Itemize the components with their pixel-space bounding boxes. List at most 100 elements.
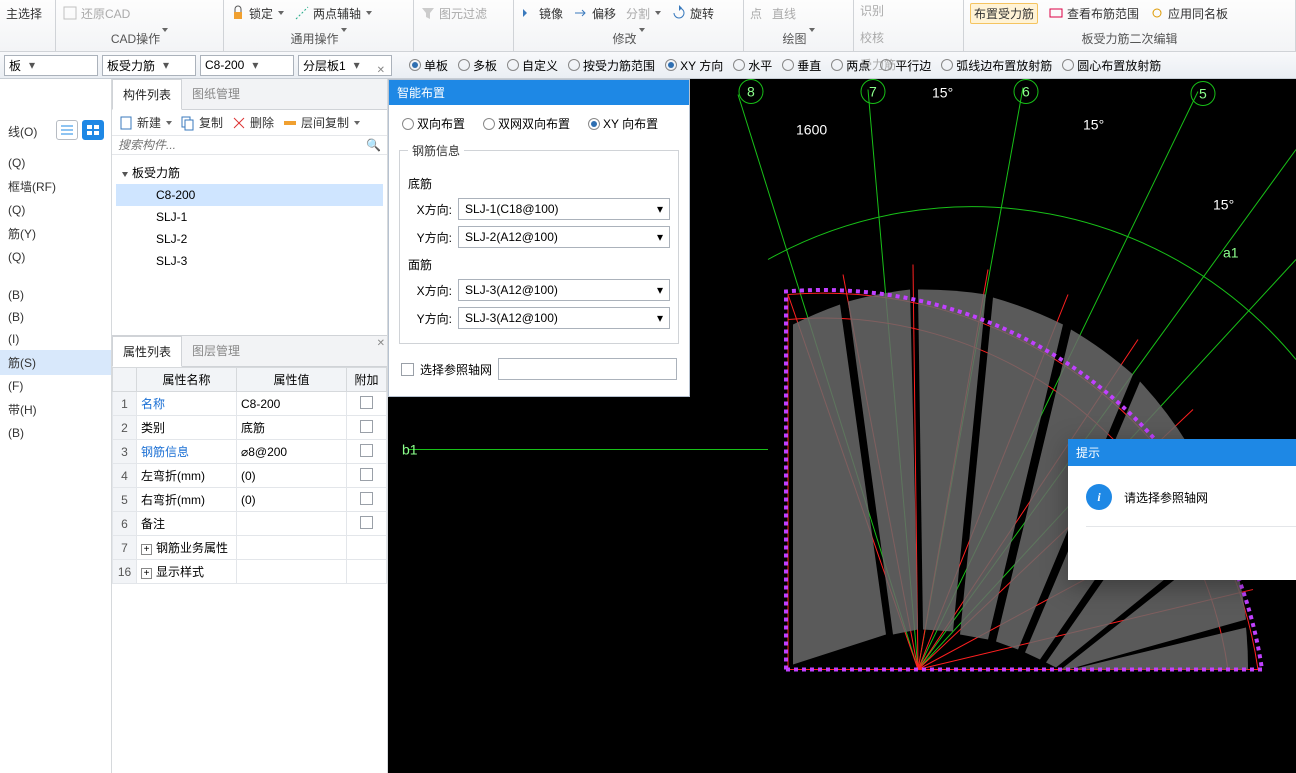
view-range-btn[interactable]: 查看布筋范围	[1048, 5, 1139, 22]
search-icon[interactable]: 🔍	[366, 138, 381, 152]
info-icon: i	[1086, 484, 1112, 510]
table-row[interactable]: 7+钢筋业务属性	[113, 536, 387, 560]
radio-vert[interactable]: 垂直	[782, 57, 821, 74]
floor-copy-btn[interactable]: 层间复制	[282, 114, 360, 131]
lock-btn[interactable]: 锁定	[230, 5, 284, 22]
tree-item[interactable]: C8-200	[116, 184, 383, 206]
category-item[interactable]: (Q)	[0, 246, 111, 268]
category-item[interactable]	[0, 276, 111, 284]
identify-btn[interactable]: 识别	[860, 2, 908, 19]
dim-1600: 1600	[796, 122, 827, 138]
radio-circle[interactable]: 圆心布置放射筋	[1062, 57, 1161, 74]
two-point-axis-btn[interactable]: 两点辅轴	[294, 5, 372, 22]
radio-byrebar[interactable]: 按受力筋范围	[568, 57, 655, 74]
category-item[interactable]: (B)	[0, 306, 111, 328]
category-item[interactable]: (B)	[0, 284, 111, 306]
offset-btn[interactable]: 偏移	[573, 5, 616, 22]
category-item[interactable]: (Q)	[0, 152, 111, 174]
view-grid-btn[interactable]	[82, 120, 104, 140]
category-item[interactable]	[0, 268, 111, 276]
table-row[interactable]: 6备注	[113, 512, 387, 536]
category-item[interactable]: 带(H)	[0, 397, 111, 422]
bottom-x-select[interactable]: SLJ-1(C18@100)▾	[458, 198, 670, 220]
radio-single[interactable]: 单板	[409, 57, 448, 74]
component-panel: ✕ 构件列表 图纸管理 新建 复制 删除 层间复制 🔍 板受力筋 C8-200S…	[112, 79, 388, 773]
top-y-select[interactable]: SLJ-3(A12@100)▾	[458, 307, 670, 329]
mirror-icon	[520, 5, 536, 21]
point-btn[interactable]: 点	[750, 5, 762, 22]
category-item[interactable]: (I)	[0, 328, 111, 350]
mirror-btn[interactable]: 镜像	[520, 5, 563, 22]
filter-icon	[420, 5, 436, 21]
top-x-select[interactable]: SLJ-3(A12@100)▾	[458, 279, 670, 301]
category-combo[interactable]: 板▾	[4, 55, 98, 76]
radio-horiz[interactable]: 水平	[733, 57, 772, 74]
radio-parallel[interactable]: 平行边	[880, 57, 931, 74]
split-btn[interactable]: 分割	[626, 5, 661, 22]
list-icon	[61, 125, 73, 135]
category-item[interactable]: 筋(Y)	[0, 221, 111, 246]
category-item[interactable]: 框墙(RF)	[0, 174, 111, 199]
floorcopy-icon	[282, 115, 298, 131]
category-sidebar: 线(O)(Q)框墙(RF)(Q)筋(Y)(Q)(B)(B)(I)筋(S)(F)带…	[0, 79, 112, 773]
radio-two[interactable]: 两点	[831, 57, 870, 74]
rotate-btn[interactable]: 旋转	[671, 5, 714, 22]
restore-cad-btn[interactable]: 还原CAD	[62, 5, 130, 22]
tree-item[interactable]: SLJ-2	[116, 228, 383, 250]
check-btn[interactable]: 校核	[860, 29, 908, 46]
line-btn[interactable]: 直线	[772, 5, 796, 22]
layout-rebar-btn[interactable]: 布置受力筋	[970, 3, 1038, 24]
apply-same-btn[interactable]: 应用同名板	[1149, 5, 1228, 22]
copy-btn[interactable]: 复制	[180, 114, 223, 131]
delete-icon	[231, 115, 247, 131]
prop-close-btn[interactable]: ✕	[377, 338, 385, 349]
grid-icon	[87, 125, 99, 135]
component-tree: 板受力筋 C8-200SLJ-1SLJ-2SLJ-3	[112, 155, 387, 335]
radio-multi[interactable]: 多板	[458, 57, 497, 74]
table-row[interactable]: 3钢筋信息⌀8@200	[113, 440, 387, 464]
secondary-toolbar: 板▾ 板受力筋▾ C8-200▾ 分层板1▾ 单板 多板 自定义 按受力筋范围 …	[0, 52, 1296, 79]
radio-arc[interactable]: 弧线边布置放射筋	[941, 57, 1052, 74]
smart-radio-bi[interactable]: 双向布置	[402, 115, 465, 132]
search-input[interactable]	[118, 138, 366, 152]
smart-radio-xy[interactable]: XY 向布置	[588, 115, 658, 132]
dialog-title: 提示	[1076, 444, 1100, 461]
category-item[interactable]: (B)	[0, 422, 111, 444]
copy-icon	[180, 115, 196, 131]
drawing-canvas[interactable]: 8 7 6 5 15° 15° 15° 1600 a1 b1 智能布置 双向布置…	[388, 79, 1296, 773]
category-item[interactable]	[0, 144, 111, 152]
tree-root[interactable]: 板受力筋	[116, 161, 383, 184]
panel-close-btn[interactable]: ✕	[377, 65, 385, 76]
tab-component-list[interactable]: 构件列表	[112, 79, 182, 110]
smart-radio-dualnet[interactable]: 双网双向布置	[483, 115, 570, 132]
axis-ref-checkbox[interactable]	[401, 363, 414, 376]
filter-btn[interactable]: 图元过滤	[420, 5, 487, 22]
top-rebar-label: 面筋	[408, 256, 670, 273]
axis-ref-input[interactable]	[498, 358, 677, 380]
new-btn[interactable]: 新建	[118, 114, 172, 131]
delete-btn[interactable]: 删除	[231, 114, 274, 131]
select-btn[interactable]: 主选择	[6, 5, 42, 22]
radio-custom[interactable]: 自定义	[507, 57, 558, 74]
angle-2: 15°	[1083, 117, 1104, 133]
table-row[interactable]: 1名称C8-200	[113, 392, 387, 416]
radio-xy[interactable]: XY 方向	[665, 57, 723, 74]
category-item[interactable]: (Q)	[0, 199, 111, 221]
tree-item[interactable]: SLJ-1	[116, 206, 383, 228]
bottom-y-select[interactable]: SLJ-2(A12@100)▾	[458, 226, 670, 248]
cad-group-label: CAD操作	[111, 32, 160, 46]
table-row[interactable]: 5右弯折(mm)(0)	[113, 488, 387, 512]
tab-drawing-mgmt[interactable]: 图纸管理	[182, 79, 250, 109]
table-row[interactable]: 2类别底筋	[113, 416, 387, 440]
type-combo[interactable]: 板受力筋▾	[102, 55, 196, 76]
tree-item[interactable]: SLJ-3	[116, 250, 383, 272]
table-row[interactable]: 4左弯折(mm)(0)	[113, 464, 387, 488]
table-row[interactable]: 16+显示样式	[113, 560, 387, 584]
new-icon	[118, 115, 134, 131]
tab-prop-list[interactable]: 属性列表	[112, 336, 182, 367]
view-list-btn[interactable]	[56, 120, 78, 140]
tab-layer-mgmt[interactable]: 图层管理	[182, 336, 250, 366]
category-item[interactable]: (F)	[0, 375, 111, 397]
category-item[interactable]: 筋(S)	[0, 350, 111, 375]
item-combo[interactable]: C8-200▾	[200, 55, 294, 76]
